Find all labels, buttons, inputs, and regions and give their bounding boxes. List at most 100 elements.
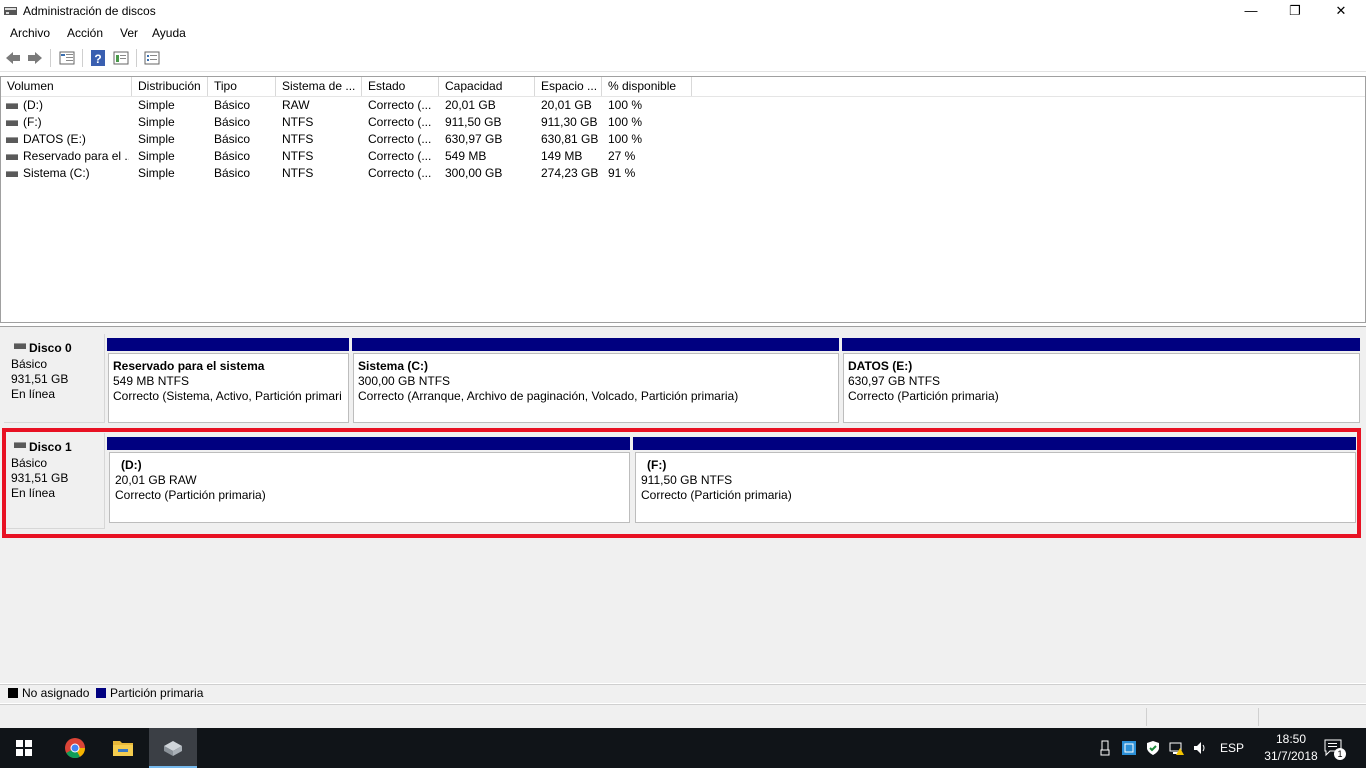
cell-capacity: 630,97 GB [445,132,503,146]
menu-accion[interactable]: Acción [67,26,103,40]
chrome-icon[interactable] [64,737,86,759]
window-title: Administración de discos [23,4,156,18]
legend-label: No asignado [22,686,90,700]
legend: No asignado Partición primaria [0,684,1366,703]
column-header-volumen[interactable]: Volumen [1,77,132,96]
cell-status: Correcto (... [368,98,432,112]
cell-volume: Reservado para el ... [23,149,129,163]
file-explorer-icon[interactable] [112,738,134,758]
cell-percent: 27 % [608,149,636,163]
close-button[interactable]: ✕ [1318,0,1364,23]
partition-reservado[interactable]: Reservado para el sistema 549 MB NTFS Co… [107,338,349,424]
disk-size: 931,51 GB [11,372,69,386]
cell-type: Básico [214,115,251,129]
cell-fs: NTFS [282,166,314,180]
table-row[interactable]: Reservado para el ... Simple Básico NTFS… [1,148,701,165]
table-row[interactable]: (D:) Simple Básico RAW Correcto (... 20,… [1,97,701,114]
menu-ayuda[interactable]: Ayuda [152,26,186,40]
status-divider [1146,708,1147,726]
partition-datos-e[interactable]: DATOS (E:) 630,97 GB NTFS Correcto (Part… [842,338,1360,424]
cell-layout: Simple [138,115,175,129]
settings-list-icon[interactable] [143,49,161,67]
disk-type: Básico [11,357,48,371]
clock-time[interactable]: 18:50 [1256,732,1326,746]
network-warning-icon[interactable] [1169,740,1185,756]
properties-icon[interactable] [112,49,130,67]
usb-device-icon[interactable] [1097,740,1113,756]
disk-state: En línea [11,387,56,401]
cell-status: Correcto (... [368,115,432,129]
highlight-frame [2,428,1361,538]
cell-capacity: 911,50 GB [445,115,502,129]
partition-sistema-c[interactable]: Sistema (C:) 300,00 GB NTFS Correcto (Ar… [352,338,839,424]
svg-text:?: ? [94,52,101,66]
status-bar [0,704,1366,729]
table-row[interactable]: DATOS (E:) Simple Básico NTFS Correcto (… [1,131,701,148]
table-row[interactable]: Sistema (C:) Simple Básico NTFS Correcto… [1,165,701,182]
input-language[interactable]: ESP [1220,741,1244,755]
help-icon[interactable]: ? [89,49,107,67]
disk-list-icon[interactable] [58,49,76,67]
partition-status: Correcto (Arranque, Archivo de paginació… [358,389,739,403]
minimize-button[interactable]: — [1228,0,1274,23]
cell-status: Correcto (... [368,166,432,180]
column-header-porcentaje[interactable]: % disponible [602,77,692,96]
partition-color-bar [842,338,1360,351]
disk-0-header[interactable]: Disco 0 Básico 931,51 GB En línea [4,334,105,423]
forward-arrow-icon[interactable] [26,49,44,67]
menu-archivo[interactable]: Archivo [10,26,50,40]
cell-volume: DATOS (E:) [23,132,86,146]
cell-free: 274,23 GB [541,166,599,180]
cell-type: Básico [214,166,251,180]
volume-list: Volumen Distribución Tipo Sistema de ...… [0,76,1366,323]
cell-type: Básico [214,132,251,146]
cell-free: 149 MB [541,149,583,163]
column-header-tipo[interactable]: Tipo [208,77,276,96]
cell-fs: RAW [282,98,310,112]
cell-status: Correcto (... [368,149,432,163]
table-row[interactable]: (F:) Simple Básico NTFS Correcto (... 91… [1,114,701,131]
taskbar-active-app[interactable] [149,728,197,768]
notification-badge: 1 [1334,748,1346,760]
cell-percent: 100 % [608,132,643,146]
network-app-icon[interactable] [1121,740,1137,756]
column-header-estado[interactable]: Estado [362,77,439,96]
cell-fs: NTFS [282,132,314,146]
column-header-sistema-archivos[interactable]: Sistema de ... [276,77,362,96]
toolbar-separator [82,49,83,67]
taskbar: ESP 18:50 31/7/2018 1 [0,728,1366,768]
partition-size: 549 MB NTFS [113,374,190,388]
partition-body: Reservado para el sistema 549 MB NTFS Co… [108,353,349,423]
partition-status: Correcto (Sistema, Activo, Partición pri… [113,389,342,403]
menu-bar: Archivo Acción Ver Ayuda [0,23,1366,44]
windows-start-icon[interactable] [16,740,32,756]
column-header-espacio[interactable]: Espacio ... [535,77,602,96]
cell-layout: Simple [138,98,175,112]
disk-management-icon [164,741,182,756]
column-header-row: Volumen Distribución Tipo Sistema de ...… [1,77,1365,97]
volume-speaker-icon[interactable] [1192,740,1208,756]
cell-layout: Simple [138,166,175,180]
menu-ver[interactable]: Ver [120,26,138,40]
toolbar-separator [136,49,137,67]
partition-body: Sistema (C:) 300,00 GB NTFS Correcto (Ar… [353,353,839,423]
cell-status: Correcto (... [368,132,432,146]
cell-free: 20,01 GB [541,98,592,112]
clock-date[interactable]: 31/7/2018 [1256,749,1326,763]
cell-volume: (F:) [23,115,42,129]
cell-layout: Simple [138,132,175,146]
cell-free: 630,81 GB [541,132,599,146]
cell-type: Básico [214,149,251,163]
back-arrow-icon[interactable] [4,49,22,67]
column-header-distribucion[interactable]: Distribución [132,77,208,96]
cell-percent: 100 % [608,98,643,112]
restore-button[interactable]: ❐ [1272,0,1318,23]
cell-volume: Sistema (C:) [23,166,90,180]
security-shield-icon[interactable] [1145,740,1161,756]
cell-volume: (D:) [23,98,43,112]
disk-management-app-icon [4,7,17,15]
legend-label: Partición primaria [110,686,204,700]
column-header-capacidad[interactable]: Capacidad [439,77,535,96]
volume-icon [6,154,18,160]
title-bar: Administración de discos — ❐ ✕ [0,0,1366,23]
